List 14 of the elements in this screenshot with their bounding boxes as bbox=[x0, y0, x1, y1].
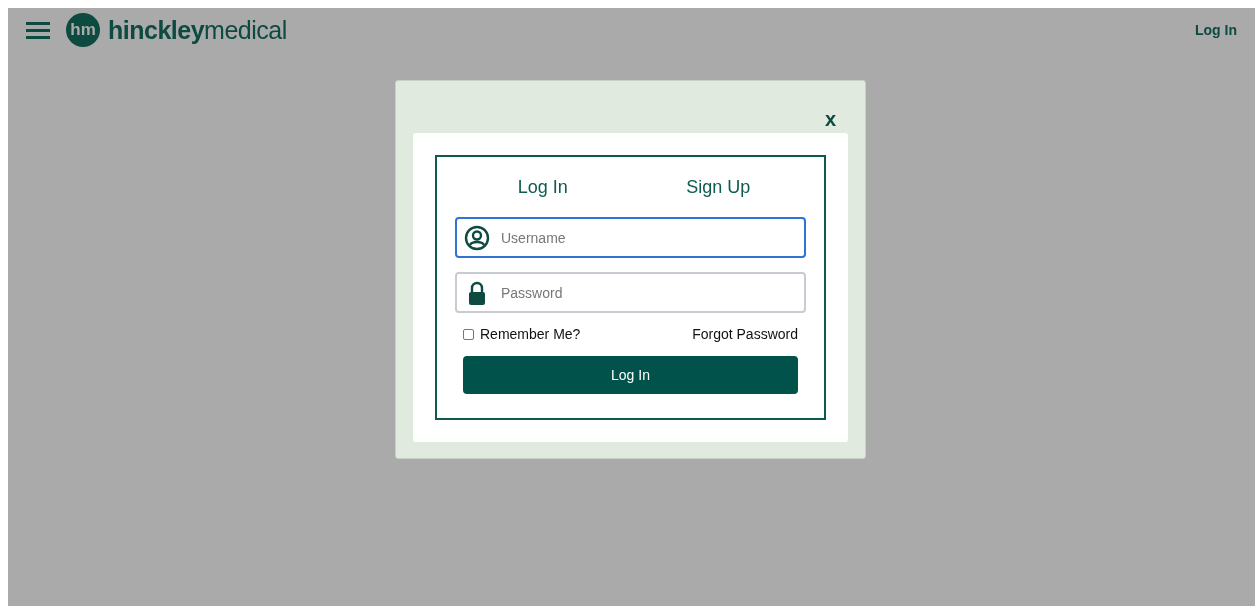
logo-mark: hm bbox=[66, 13, 100, 47]
close-button[interactable]: x bbox=[824, 105, 836, 133]
user-icon bbox=[464, 225, 490, 251]
tab[interactable]: Log In bbox=[455, 175, 631, 199]
logo-text: hinckleymedical bbox=[108, 15, 287, 45]
menu-icon[interactable] bbox=[26, 20, 50, 40]
username-field[interactable]: Username bbox=[455, 217, 806, 258]
password-field[interactable]: Password bbox=[455, 272, 806, 313]
remember-checkbox[interactable] bbox=[463, 328, 474, 340]
remember-label: Remember Me? bbox=[480, 326, 581, 342]
tab[interactable]: Sign Up bbox=[630, 175, 806, 199]
forgot-password-link[interactable]: Forgot Password bbox=[692, 326, 798, 342]
login-button[interactable]: Log In bbox=[463, 356, 798, 394]
login-link[interactable]: Log In bbox=[1195, 22, 1237, 38]
